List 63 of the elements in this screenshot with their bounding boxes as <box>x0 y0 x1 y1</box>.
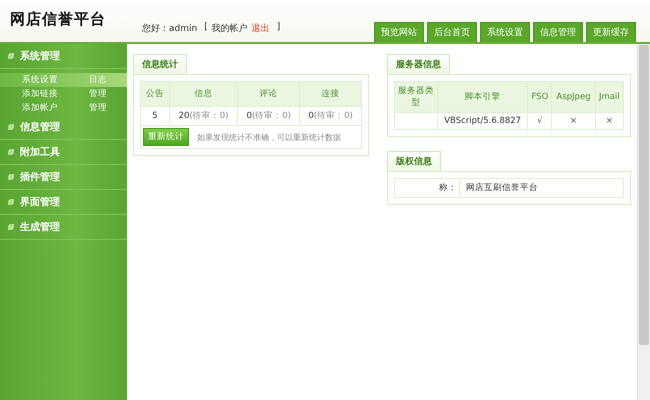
sidebar-section[interactable]: 生成管理 <box>0 215 127 240</box>
column-header: Jmail <box>595 82 624 112</box>
table-cell: × <box>595 112 624 130</box>
item-link[interactable]: 添加帐户 <box>22 102 58 114</box>
table-cell: 网店互刷信誉平台 <box>460 178 624 198</box>
logout-link[interactable]: 退出 <box>252 22 270 35</box>
leaf-icon <box>8 124 14 130</box>
nav-tab[interactable]: 后台首页 <box>427 22 477 42</box>
table-cell: 5 <box>140 106 170 126</box>
column-header: 服务器类型 <box>394 82 438 112</box>
section-label: 系统管理 <box>20 50 60 63</box>
section-label: 附加工具 <box>20 146 60 159</box>
item-link[interactable]: 系统设置 <box>22 74 58 86</box>
sidebar-section[interactable]: 插件管理 <box>0 165 127 190</box>
item-link[interactable]: 管理 <box>89 102 127 114</box>
scrollbar[interactable] <box>637 44 650 400</box>
column-header: 公告 <box>140 82 170 106</box>
panel-tab[interactable]: 版权信息 <box>387 151 441 171</box>
leaf-icon <box>8 174 14 180</box>
nav-tab[interactable]: 系统设置 <box>480 22 530 42</box>
table-cell: 0(待审：0) <box>238 106 300 126</box>
nav-tab[interactable]: 信息管理 <box>533 22 583 42</box>
table-cell: 20(待审：0) <box>169 106 238 126</box>
table-cell: × <box>552 112 596 130</box>
sidebar-section[interactable]: 界面管理 <box>0 190 127 215</box>
column-header: 连接 <box>300 82 362 106</box>
column-header: AspJpeg <box>552 82 596 112</box>
item-link[interactable]: 日志 <box>89 74 127 86</box>
item-link[interactable]: 管理 <box>89 88 127 100</box>
sidebar-section[interactable]: 附加工具 <box>0 140 127 165</box>
nav-tab[interactable]: 更新缓存 <box>586 22 636 42</box>
bracket-text: [ <box>204 22 208 34</box>
recount-button[interactable]: 重新统计 <box>143 128 189 146</box>
hint-text: 如果发现统计不准确，可以重新统计数据 <box>197 132 341 142</box>
sidebar-section[interactable]: 系统管理 <box>0 44 127 69</box>
column-header: FSO <box>528 82 552 112</box>
sidebar-item[interactable]: 添加链接 管理 <box>0 87 127 101</box>
greeting-text: 您好：admin <box>142 22 198 35</box>
column-header: 评论 <box>238 82 300 106</box>
nav-tab[interactable]: 预览网站 <box>374 22 424 42</box>
leaf-icon <box>8 149 14 155</box>
bracket-text: ] <box>276 22 280 34</box>
section-label: 生成管理 <box>20 220 60 234</box>
logo-text: 网店信誉平台 <box>10 10 106 29</box>
panel-tab[interactable]: 信息统计 <box>133 54 187 74</box>
section-label: 界面管理 <box>20 196 60 209</box>
leaf-icon <box>8 53 14 59</box>
column-header: 信息 <box>169 82 238 106</box>
section-label: 插件管理 <box>20 170 60 184</box>
table-cell: VBScript/5.6.8827 <box>438 112 528 130</box>
leaf-icon <box>8 199 14 205</box>
sidebar-item[interactable]: 添加帐户 管理 <box>0 101 127 115</box>
leaf-icon <box>8 224 14 230</box>
sidebar-item[interactable]: 系统设置 日志 <box>0 73 127 87</box>
account-link[interactable]: 我的帐户 <box>212 22 248 35</box>
table-cell: 称： <box>394 178 460 198</box>
table-cell: 0(待审：0) <box>300 106 362 126</box>
table-cell: √ <box>528 112 552 130</box>
sidebar-section[interactable]: 信息管理 <box>0 115 127 140</box>
section-label: 信息管理 <box>20 120 60 134</box>
panel-tab[interactable]: 服务器信息 <box>387 54 450 74</box>
item-link[interactable]: 添加链接 <box>22 88 58 100</box>
column-header: 脚本引擎 <box>438 82 528 112</box>
